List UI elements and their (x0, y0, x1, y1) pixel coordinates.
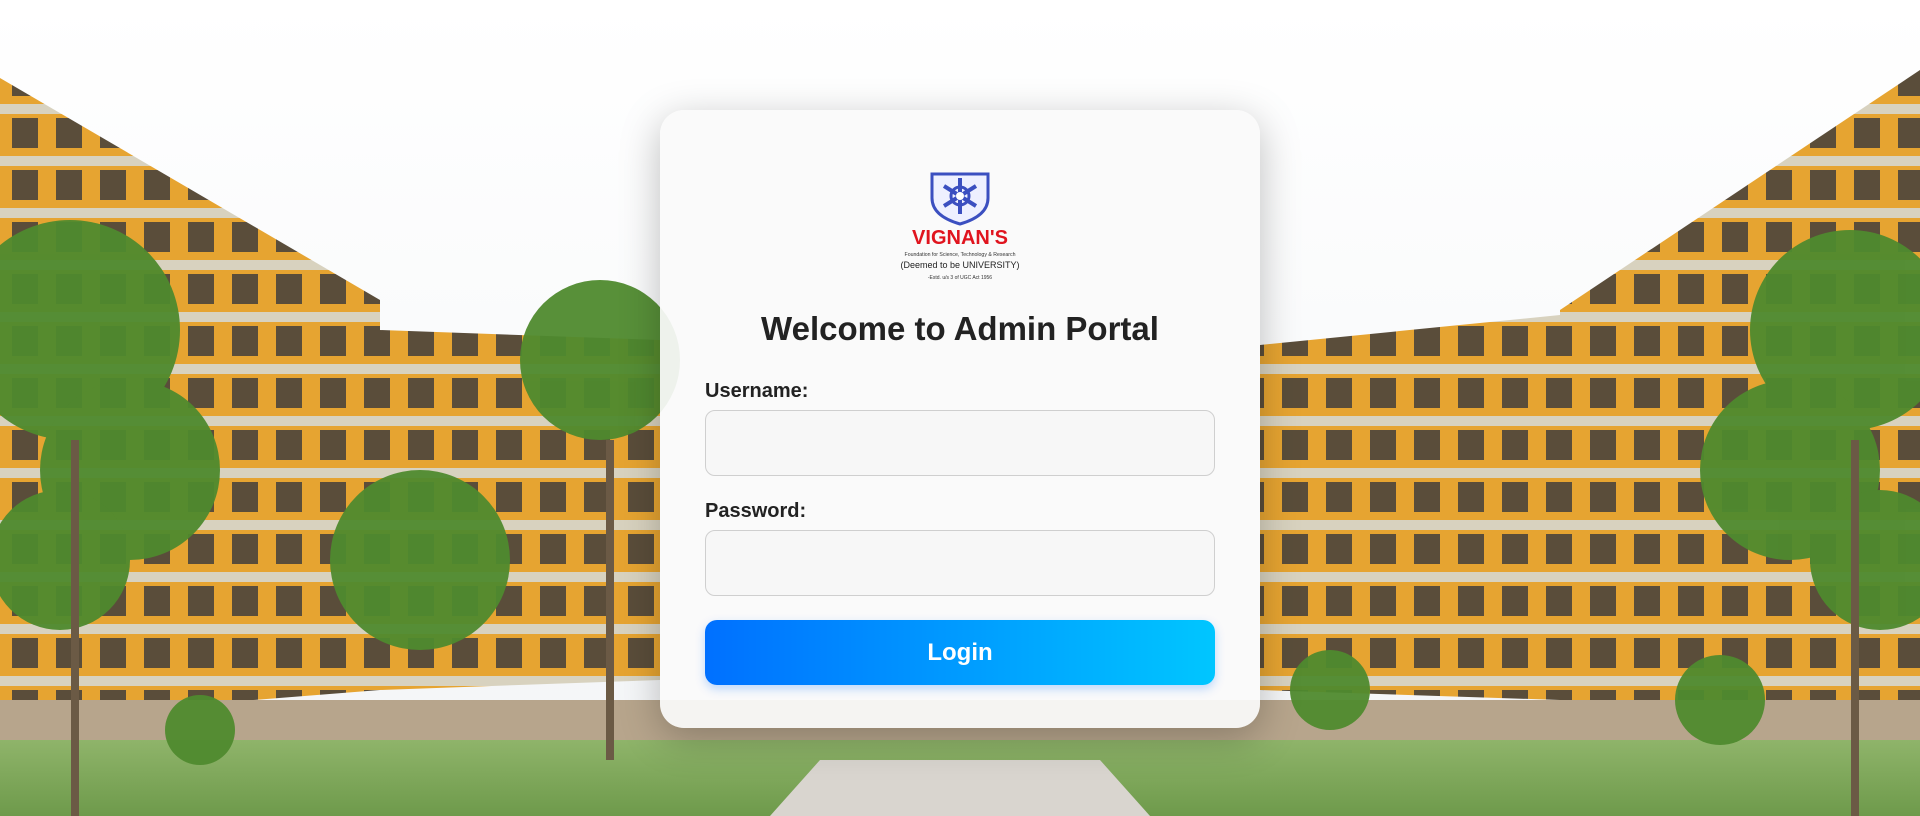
logo-estd-text: -Estd. u/s 3 of UGC Act 1956 (928, 275, 992, 281)
logo-foundation-text: Foundation for Science, Technology & Res… (905, 252, 1016, 258)
username-label: Username: (705, 380, 809, 402)
university-shield-icon (930, 172, 990, 226)
page-title: Welcome to Admin Portal (761, 310, 1159, 347)
login-card: VIGNAN'S Foundation for Science, Technol… (660, 110, 1260, 728)
university-logo: VIGNAN'S Foundation for Science, Technol… (900, 172, 1020, 281)
logo-brand-text: VIGNAN'S (912, 227, 1008, 249)
logo-university-text: (Deemed to be UNIVERSITY) (900, 260, 1019, 270)
password-input[interactable] (705, 530, 1215, 596)
password-label: Password: (705, 500, 807, 522)
login-button[interactable]: Login (705, 620, 1215, 685)
username-input[interactable] (705, 410, 1215, 476)
